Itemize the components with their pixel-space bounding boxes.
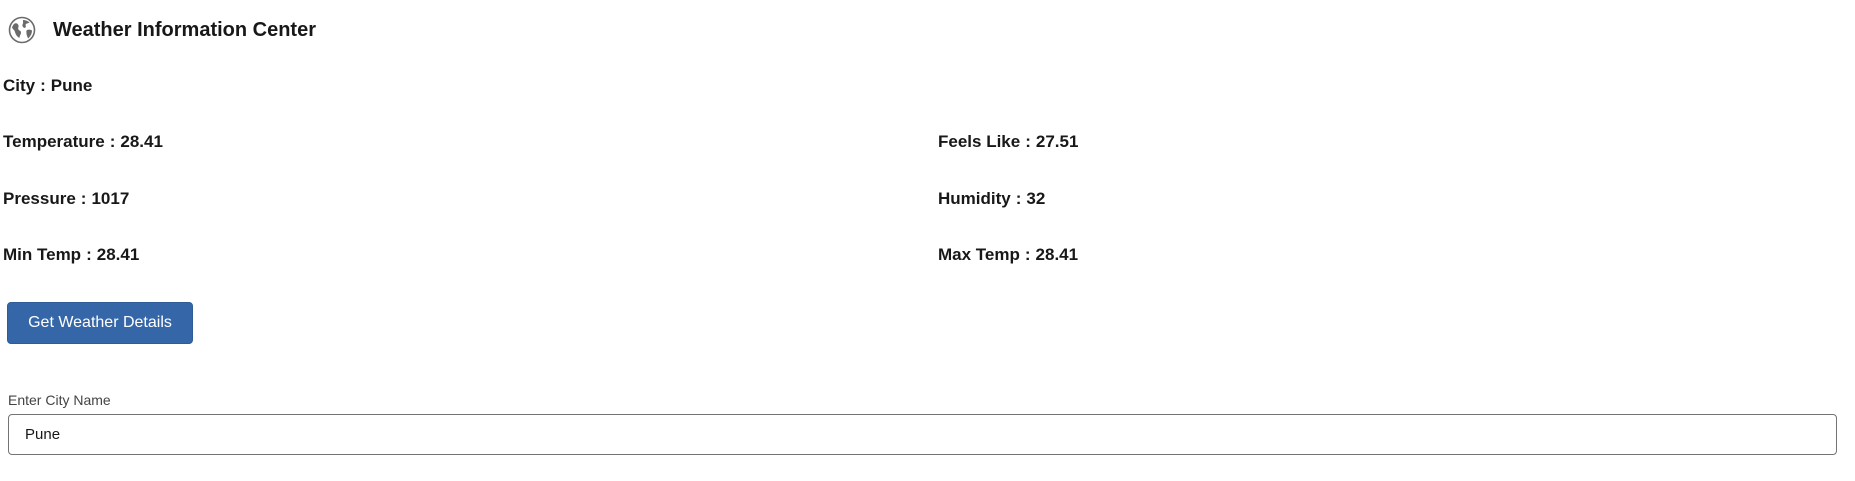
temperature-value: 28.41	[120, 132, 163, 151]
city-input-label: Enter City Name	[8, 392, 111, 408]
max-temp-field: Max Temp:28.41	[938, 245, 1078, 265]
separator: :	[40, 76, 46, 95]
globe-icon	[7, 15, 37, 45]
separator: :	[1025, 132, 1031, 151]
separator: :	[86, 245, 92, 264]
pressure-field: Pressure:1017	[3, 189, 129, 209]
weather-card: Weather Information Center City: Pune Tem…	[0, 0, 1855, 481]
humidity-value: 32	[1026, 189, 1046, 208]
header: Weather Information Center	[7, 12, 316, 48]
separator: :	[1024, 245, 1031, 264]
max-temp-value: 28.41	[1035, 245, 1079, 264]
city-label: City	[3, 76, 36, 95]
humidity-field: Humidity:32	[938, 189, 1045, 209]
page-title: Weather Information Center	[53, 18, 316, 41]
get-weather-details-button[interactable]: Get Weather Details	[7, 302, 193, 344]
pressure-value: 1017	[91, 189, 130, 208]
max-temp-label: Max Temp	[938, 245, 1020, 264]
humidity-label: Humidity	[938, 189, 1011, 208]
feels-like-field: Feels Like:27.51	[938, 132, 1078, 152]
min-temp-value: 28.41	[96, 245, 140, 264]
pressure-label: Pressure	[3, 189, 76, 208]
temperature-field: Temperature:28.41	[3, 132, 163, 152]
min-temp-label: Min Temp	[3, 245, 82, 264]
min-temp-field: Min Temp:28.41	[3, 245, 139, 265]
city-field: City: Pune	[3, 76, 92, 96]
temperature-label: Temperature	[3, 132, 105, 151]
feels-like-label: Feels Like	[938, 132, 1021, 151]
separator: :	[1015, 189, 1022, 208]
feels-like-value: 27.51	[1035, 132, 1079, 151]
separator: :	[109, 132, 116, 151]
separator: :	[80, 189, 87, 208]
city-input[interactable]	[8, 414, 1837, 455]
city-value: Pune	[50, 76, 93, 95]
